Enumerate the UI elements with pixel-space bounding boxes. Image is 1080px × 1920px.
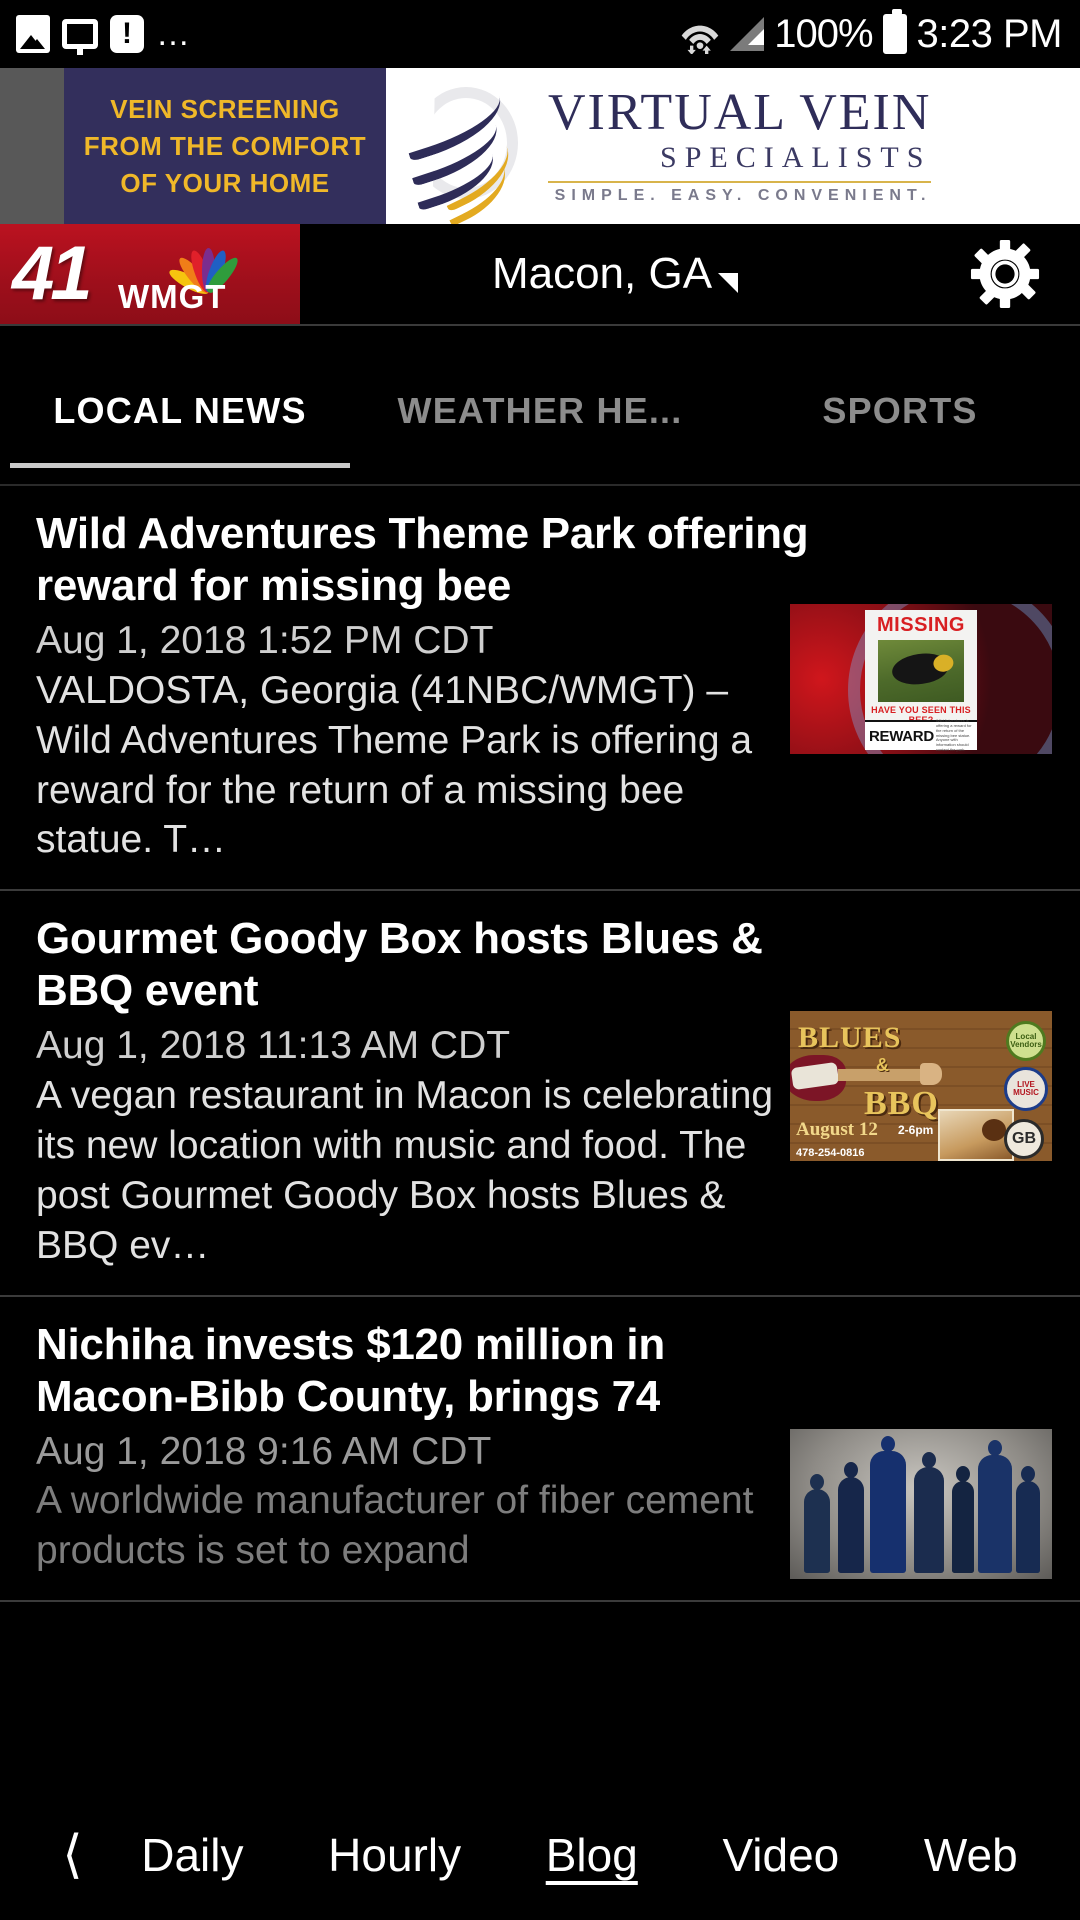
ad-brand-tagline: SIMPLE. EASY. CONVENIENT. <box>554 187 932 204</box>
article-summary: VALDOSTA, Georgia (41NBC/WMGT) – Wild Ad… <box>36 668 753 862</box>
section-tabs: LOCAL NEWS WEATHER HE... SPORTS <box>0 326 1080 486</box>
station-logo-number: 41 <box>12 231 93 316</box>
flyer-ampersand-label: & <box>876 1055 889 1076</box>
flyer-bbq-label: BBQ <box>864 1085 939 1123</box>
ad-line-1: VEIN SCREENING <box>110 93 340 124</box>
tab-sports-label: SPORTS <box>822 390 978 431</box>
ad-line-2: FROM THE COMFORT <box>83 130 367 161</box>
bottom-nav-item-hourly[interactable]: Hourly <box>328 1828 461 1882</box>
gear-icon <box>970 239 1040 309</box>
poster-bee-photo <box>878 640 964 702</box>
tab-weather-headlines[interactable]: WEATHER HE... <box>360 390 720 484</box>
cellular-signal-icon <box>730 17 765 51</box>
article-list: Wild Adventures Theme Park offering rewa… <box>0 486 1080 1603</box>
ad-headline-panel: VEIN SCREENING FROM THE COMFORT OF YOUR … <box>64 68 386 224</box>
bottom-nav-item-blog[interactable]: Blog <box>546 1828 638 1882</box>
tab-weather-headlines-label: WEATHER HE... <box>397 390 683 431</box>
vein-swoosh-logo-icon <box>397 81 530 227</box>
flyer-time-label: 2-6pm <box>898 1123 934 1138</box>
list-item[interactable]: Gourmet Goody Box hosts Blues & BBQ even… <box>0 891 1080 1297</box>
ad-line-3: OF YOUR HOME <box>120 167 330 198</box>
station-header: 41 WMGT Macon, GA <box>0 224 1080 326</box>
article-thumbnail[interactable] <box>790 1428 1052 1579</box>
status-bar-left-icons: … <box>16 14 192 55</box>
monitor-icon <box>62 19 98 55</box>
article-timestamp: Aug 1, 2018 9:16 AM CDT <box>36 1429 492 1473</box>
overflow-dots-icon: … <box>156 15 192 53</box>
poster-reward-label: REWARD <box>869 727 934 745</box>
poster-reward-note: Wild Adventures is offering a reward for… <box>935 718 972 752</box>
article-headline: Gourmet Goody Box hosts Blues & BBQ even… <box>36 914 763 1016</box>
flyer-date-label: August 12 <box>796 1119 878 1141</box>
bottom-nav-item-video[interactable]: Video <box>722 1828 839 1882</box>
missing-poster-graphic: MISSING HAVE YOU SEEN THIS BEE? Name: Bu… <box>865 610 977 752</box>
settings-button[interactable] <box>930 224 1080 324</box>
article-timestamp: Aug 1, 2018 1:52 PM CDT <box>36 618 494 662</box>
article-thumbnail[interactable]: MISSING HAVE YOU SEEN THIS BEE? Name: Bu… <box>790 604 1052 754</box>
list-item[interactable]: Nichiha invests $120 million in Macon-Bi… <box>0 1297 1080 1603</box>
ad-left-filler <box>0 68 64 224</box>
alert-icon <box>110 14 144 54</box>
ad-brand-panel: VIRTUAL VEIN SPECIALISTS SIMPLE. EASY. C… <box>386 68 1080 227</box>
article-headline: Wild Adventures Theme Park offering rewa… <box>36 509 809 610</box>
poster-reward-strip: REWARD Wild Adventures is offering a rew… <box>865 718 977 752</box>
station-logo[interactable]: 41 WMGT <box>0 224 300 324</box>
bottom-navigation-bar: ⟨ Daily Hourly Blog Video Web <box>0 1790 1080 1920</box>
image-icon <box>16 15 50 53</box>
dropdown-caret-icon <box>718 273 739 293</box>
tab-local-news-label: LOCAL NEWS <box>53 390 307 431</box>
clock-label: 3:23 PM <box>916 11 1063 56</box>
battery-percent-label: 100% <box>774 11 873 56</box>
wifi-icon <box>681 25 719 54</box>
flyer-food-photo <box>938 1109 1014 1162</box>
advertisement-banner[interactable]: VEIN SCREENING FROM THE COMFORT OF YOUR … <box>0 68 1080 227</box>
tab-sports[interactable]: SPORTS <box>720 390 1080 484</box>
poster-missing-label: MISSING <box>877 614 965 636</box>
battery-icon <box>882 9 907 54</box>
flyer-blues-label: BLUES <box>798 1021 902 1055</box>
article-headline: Nichiha invests $120 million in Macon-Bi… <box>36 1319 665 1421</box>
station-callsign: WMGT <box>118 278 227 315</box>
article-summary: A vegan restaurant in Macon is celebrati… <box>36 1074 774 1267</box>
status-bar: … 100% 3:23 PM <box>0 0 1080 68</box>
status-bar-right-icons: 100% 3:23 PM <box>680 0 1063 68</box>
flyer-phone-label: 478-254-0816 <box>796 1147 865 1160</box>
article-thumbnail[interactable]: BLUES & BBQ August 12 2-6pm 478-254-0816… <box>790 1011 1052 1162</box>
article-summary: A worldwide manufacturer of fiber cement… <box>36 1479 754 1573</box>
back-chevron-icon[interactable]: ⟨ <box>62 1829 82 1881</box>
list-item[interactable]: Wild Adventures Theme Park offering rewa… <box>0 486 1080 892</box>
bottom-nav-item-daily[interactable]: Daily <box>141 1828 243 1882</box>
article-timestamp: Aug 1, 2018 11:13 AM CDT <box>36 1024 511 1068</box>
ad-brand-name: VIRTUAL VEIN <box>548 84 932 141</box>
location-label: Macon, GA <box>491 249 713 298</box>
bottom-nav-item-web[interactable]: Web <box>924 1828 1018 1882</box>
ad-brand-text: VIRTUAL VEIN SPECIALISTS SIMPLE. EASY. C… <box>548 84 932 205</box>
location-selector[interactable]: Macon, GA <box>300 224 930 324</box>
ad-brand-subtitle: SPECIALISTS <box>660 141 932 174</box>
tab-local-news[interactable]: LOCAL NEWS <box>0 390 360 484</box>
ad-divider-rule <box>548 181 932 183</box>
